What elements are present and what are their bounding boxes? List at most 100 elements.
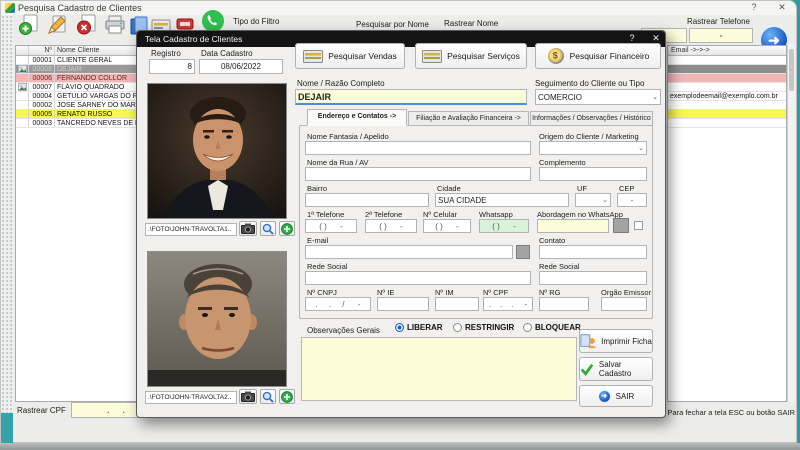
salvar-cadastro-button[interactable]: Salvar Cadastro	[579, 357, 653, 381]
email-cell[interactable]: exemplodeemail@exemplo.com.br	[668, 92, 786, 101]
abordagem-checkbox[interactable]	[634, 221, 643, 230]
rede-social-1-label: Rede Social	[307, 262, 347, 271]
radio-bloquear[interactable]: BLOQUEAR	[523, 323, 581, 332]
pesquisar-servicos-button[interactable]: Pesquisar Serviços	[415, 43, 527, 69]
delete-record-icon[interactable]	[75, 13, 99, 37]
photo2-path-input[interactable]	[145, 391, 237, 404]
left-grip-strip	[1, 15, 13, 413]
scrollbar-thumb[interactable]	[789, 49, 794, 91]
filter-type-label: Tipo do Filtro	[233, 17, 279, 26]
contato-input[interactable]	[539, 245, 647, 259]
track-name-label: Rastrear Nome	[444, 19, 498, 28]
origem-select[interactable]: ⌄	[539, 141, 647, 155]
tab-informacoes-historico[interactable]: Informações / Observações / Histórico	[530, 111, 653, 126]
tel1-input[interactable]	[305, 219, 357, 233]
table-row[interactable]: 00006FERNANDO COLLOR	[16, 74, 140, 83]
rg-input[interactable]	[539, 297, 589, 311]
im-input[interactable]	[435, 297, 479, 311]
table-row[interactable]: 00007FLÁVIO QUADRADO	[16, 83, 140, 92]
photo-icon	[16, 83, 29, 91]
ie-input[interactable]	[377, 297, 429, 311]
tab-filiacao-financeira[interactable]: Filiação e Avaliação Financeira ->	[408, 111, 529, 126]
seguimento-select[interactable]: COMERCIO⌄	[535, 89, 661, 105]
zoom-photo-button-1[interactable]	[260, 221, 276, 236]
whatsapp-label: Whatsapp	[479, 210, 513, 219]
dialog-title: Tela Cadastro de Clientes	[145, 34, 242, 44]
orgao-emissor-input[interactable]	[601, 297, 647, 311]
bairro-input[interactable]	[305, 193, 429, 207]
table-row[interactable]: 00004GETULIO VARGAS DO RS	[16, 92, 140, 101]
client-photo-2	[147, 251, 287, 387]
check-icon	[580, 363, 594, 376]
cnpj-input[interactable]	[305, 297, 371, 311]
email-cell[interactable]	[668, 56, 786, 65]
observacoes-label: Observações Gerais	[307, 326, 380, 335]
rua-label: Nome da Rua / AV	[307, 158, 369, 167]
pesquisar-vendas-button[interactable]: Pesquisar Vendas	[295, 43, 405, 69]
cidade-input[interactable]	[435, 193, 569, 207]
table-row[interactable]: 00002JOSE SARNEY DO MARANH	[16, 101, 140, 110]
email-cell[interactable]	[668, 83, 786, 92]
imprimir-ficha-button[interactable]: Imprimir Ficha	[579, 329, 653, 353]
sair-button[interactable]: ➜ SAIR	[579, 385, 653, 407]
email-cell[interactable]	[668, 119, 786, 128]
exit-arrow-icon: ➜	[598, 390, 611, 403]
rua-input[interactable]	[305, 167, 531, 181]
nome-input[interactable]	[295, 89, 527, 105]
rede-social-2-label: Rede Social	[539, 262, 579, 271]
email-cell[interactable]	[668, 110, 786, 119]
email-cell[interactable]	[668, 65, 786, 74]
rede-social-2-input[interactable]	[539, 271, 647, 285]
email-cell[interactable]	[668, 101, 786, 110]
celular-label: Nº Celular	[423, 210, 457, 219]
track-cpf-label: Rastrear CPF	[17, 406, 66, 415]
radio-restringir[interactable]: RESTRINGIR	[453, 323, 514, 332]
celular-input[interactable]	[423, 219, 471, 233]
window-close-button[interactable]: ✕	[773, 2, 791, 14]
cep-input[interactable]	[617, 193, 647, 207]
radio-liberar[interactable]: LIBERAR	[395, 323, 443, 332]
print-icon[interactable]	[103, 13, 127, 37]
data-cadastro-input[interactable]	[199, 59, 283, 74]
window-title: Pesquisa Cadastro de Clientes	[18, 3, 142, 13]
abordagem-input[interactable]	[537, 219, 609, 233]
nome-fantasia-input[interactable]	[305, 141, 531, 155]
window-help-button[interactable]: ?	[745, 2, 763, 14]
table-row[interactable]: 00001CLIENTE GERAL	[16, 56, 140, 65]
track-phone-input[interactable]	[689, 28, 753, 43]
email-input[interactable]	[305, 245, 513, 259]
registro-input[interactable]	[149, 59, 195, 74]
add-record-icon[interactable]	[17, 13, 41, 37]
cpf-input[interactable]	[483, 297, 533, 311]
uf-select[interactable]: ⌄	[575, 193, 611, 207]
tel2-input[interactable]	[365, 219, 417, 233]
photo1-path-input[interactable]	[145, 223, 237, 236]
table-row-selected[interactable]: 00008DEJAIR	[16, 65, 140, 74]
complemento-input[interactable]	[539, 167, 647, 181]
email-column-header: Email ->->->	[668, 46, 786, 56]
tab-endereco-contatos[interactable]: Endereço e Contatos ->	[307, 109, 407, 126]
edit-record-icon[interactable]	[45, 13, 69, 37]
table-row[interactable]: 00005RENATO RUSSO	[16, 110, 140, 119]
client-table: Nº Nome Cliente 00001CLIENTE GERAL 00008…	[15, 45, 141, 402]
camera-button-2[interactable]	[239, 389, 257, 404]
zoom-photo-button-2[interactable]	[260, 389, 276, 404]
abordagem-button[interactable]	[613, 218, 629, 233]
email-cell[interactable]	[668, 74, 786, 83]
table-row[interactable]: 00003TANCREDO NEVES DE MG	[16, 119, 140, 128]
email-label: E-mail	[307, 236, 328, 245]
observacoes-textarea[interactable]	[301, 337, 577, 401]
whatsapp-input[interactable]	[479, 219, 529, 233]
add-photo-button-2[interactable]	[279, 389, 295, 404]
rede-social-1-input[interactable]	[305, 271, 531, 285]
send-email-button[interactable]	[516, 245, 530, 259]
table-scrollbar[interactable]	[787, 45, 795, 402]
app-icon	[5, 3, 15, 13]
pesquisar-financeiro-button[interactable]: $ Pesquisar Financeiro	[535, 43, 661, 69]
add-photo-button-1[interactable]	[279, 221, 295, 236]
cep-label: CEP	[619, 184, 634, 193]
camera-button-1[interactable]	[239, 221, 257, 236]
search-by-name-label: Pesquisar por Nome	[356, 20, 429, 29]
ie-label: Nº IE	[377, 288, 394, 297]
orgao-emissor-label: Orgão Emissor	[601, 288, 651, 297]
